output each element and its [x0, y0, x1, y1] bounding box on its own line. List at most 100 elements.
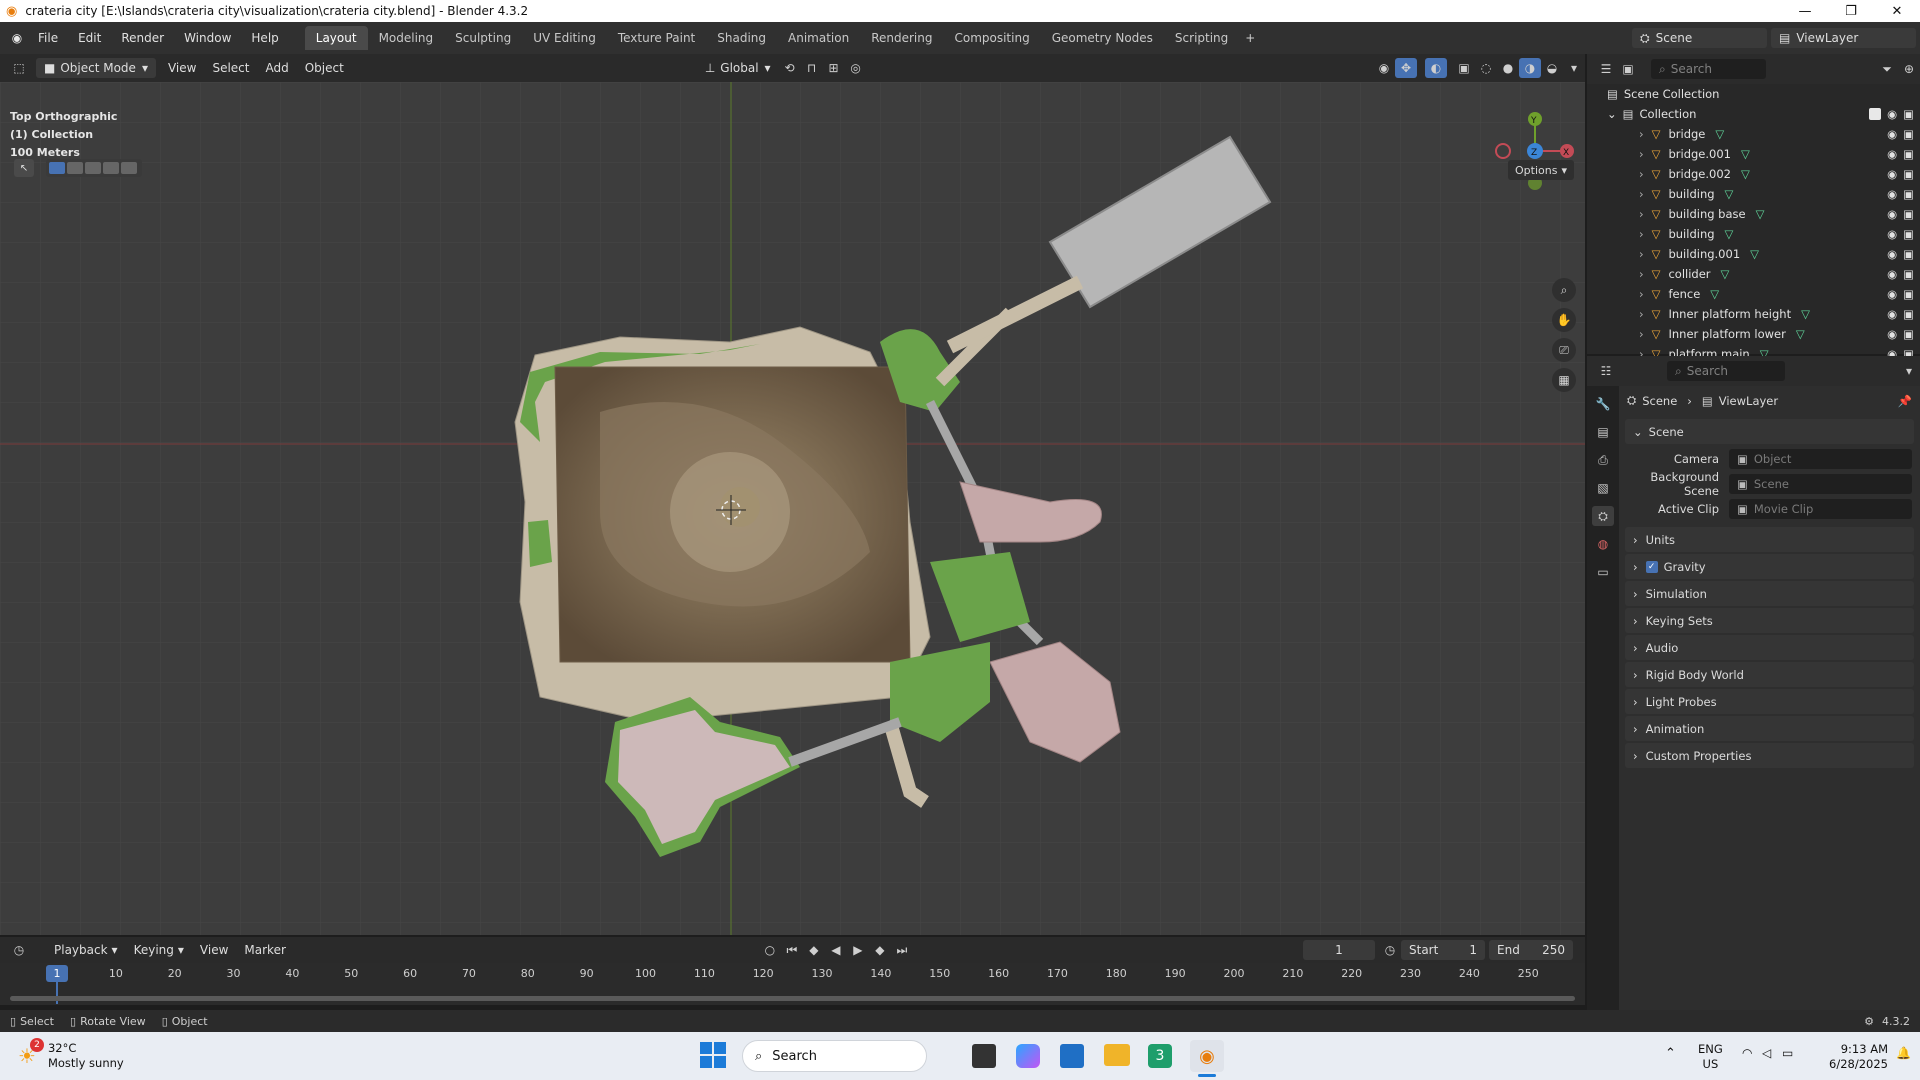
chevron-right-icon[interactable]: › — [1639, 147, 1644, 161]
outliner-item[interactable]: › ▽ collider ▽ ◉ ▣ — [1587, 264, 1920, 284]
menu-add[interactable]: Add — [257, 58, 296, 78]
tab-compositing[interactable]: Compositing — [943, 26, 1040, 50]
chevron-right-icon[interactable]: › — [1639, 187, 1644, 201]
menu-keying[interactable]: Keying ▾ — [126, 940, 192, 960]
jump-keyframe-back-icon[interactable]: ◆ — [803, 940, 825, 960]
snap-target-icon[interactable]: ⊞ — [823, 58, 845, 78]
eye-icon[interactable]: ◉ — [1887, 287, 1897, 301]
tray-chevron-icon[interactable]: ⌃ — [1665, 1046, 1676, 1061]
select-intersect-icon[interactable] — [121, 162, 137, 174]
orientation-selector[interactable]: ⊥ Global ▾ — [697, 58, 779, 78]
eye-icon[interactable]: ◉ — [1887, 187, 1897, 201]
scene-section-header[interactable]: ⌄ Scene — [1625, 419, 1914, 444]
chevron-down-icon[interactable]: ▾ — [1898, 361, 1920, 381]
tab-layout[interactable]: Layout — [304, 26, 368, 50]
chevron-right-icon[interactable]: › — [1639, 227, 1644, 241]
gravity-checkbox[interactable]: ✓ — [1645, 560, 1658, 573]
camera-icon[interactable]: ▣ — [1903, 107, 1914, 121]
maximize-button[interactable]: ❐ — [1828, 0, 1874, 22]
outliner-item[interactable]: › ▽ building ▽ ◉ ▣ — [1587, 224, 1920, 244]
chevron-right-icon[interactable]: › — [1639, 167, 1644, 181]
selection-mode-buttons[interactable] — [46, 159, 142, 177]
outliner-item[interactable]: › ▽ bridge.002 ▽ ◉ ▣ — [1587, 164, 1920, 184]
select-new-icon[interactable] — [49, 162, 65, 174]
collection-tab-icon[interactable]: ▭ — [1592, 562, 1614, 582]
camera-icon[interactable]: ▣ — [1903, 247, 1914, 261]
task-view-icon[interactable] — [972, 1044, 996, 1068]
chevron-right-icon[interactable]: › — [1639, 267, 1644, 281]
end-frame-field[interactable]: End 250 — [1489, 940, 1573, 960]
tool-tab-icon[interactable]: 🔧 — [1592, 394, 1614, 414]
proportional-edit-icon[interactable]: ◎ — [845, 58, 867, 78]
gizmo-toggle-icon[interactable]: ✥ — [1395, 58, 1417, 78]
play-icon[interactable]: ▶ — [847, 940, 869, 960]
chevron-right-icon[interactable]: › — [1639, 307, 1644, 321]
chevron-right-icon[interactable]: › — [1639, 287, 1644, 301]
eye-icon[interactable]: ◉ — [1887, 267, 1897, 281]
menu-select[interactable]: Select — [204, 58, 257, 78]
shading-solid-icon[interactable]: ● — [1497, 58, 1519, 78]
start-button[interactable] — [700, 1042, 726, 1068]
eye-icon[interactable]: ◉ — [1887, 247, 1897, 261]
chevron-right-icon[interactable]: › — [1639, 327, 1644, 341]
visibility-icon[interactable]: ◉ — [1373, 58, 1395, 78]
camera-icon[interactable]: ▣ — [1903, 307, 1914, 321]
options-button[interactable]: Options ▾ — [1508, 160, 1574, 180]
volume-icon[interactable]: ◁ — [1762, 1046, 1771, 1060]
eye-icon[interactable]: ◉ — [1887, 207, 1897, 221]
camera-icon[interactable]: ▣ — [1903, 227, 1914, 241]
menu-object[interactable]: Object — [297, 58, 352, 78]
eye-icon[interactable]: ◉ — [1887, 127, 1897, 141]
camera-icon[interactable]: ▣ — [1903, 267, 1914, 281]
property-field[interactable]: ▣ Object — [1729, 448, 1912, 469]
jump-end-icon[interactable]: ⏭ — [891, 940, 913, 960]
properties-editor-icon[interactable]: ☷ — [1595, 361, 1617, 381]
include-checkbox[interactable] — [1869, 108, 1882, 120]
shading-rendered-icon[interactable]: ◒ — [1541, 58, 1563, 78]
shading-wireframe-icon[interactable]: ◌ — [1475, 58, 1497, 78]
render-tab-icon[interactable]: ▤ — [1592, 422, 1614, 442]
overlay-toggle-icon[interactable]: ◐ — [1425, 58, 1447, 78]
outliner-item[interactable]: › ▽ building base ▽ ◉ ▣ — [1587, 204, 1920, 224]
subpanel-header[interactable]: › Animation — [1625, 716, 1914, 741]
subpanel-header[interactable]: › Light Probes — [1625, 689, 1914, 714]
eye-icon[interactable]: ◉ — [1887, 147, 1897, 161]
close-button[interactable]: ✕ — [1874, 0, 1920, 22]
world-tab-icon[interactable]: ◍ — [1592, 534, 1614, 554]
zoom-icon[interactable]: ⌕ — [1552, 278, 1576, 302]
blender-taskbar-icon[interactable]: ◉ — [1190, 1040, 1224, 1072]
chevron-right-icon[interactable]: › — [1639, 247, 1644, 261]
subpanel-header[interactable]: › Rigid Body World — [1625, 662, 1914, 687]
wifi-icon[interactable]: ◠ — [1742, 1046, 1752, 1060]
subpanel-header[interactable]: › ✓ Gravity — [1625, 554, 1914, 579]
select-extend-icon[interactable] — [67, 162, 83, 174]
select-subtract-icon[interactable] — [85, 162, 101, 174]
pin-icon[interactable]: 📌 — [1898, 394, 1912, 408]
menu-marker[interactable]: Marker — [236, 940, 293, 960]
eye-icon[interactable]: ◉ — [1887, 327, 1897, 341]
jump-start-icon[interactable]: ⏮ — [781, 940, 803, 960]
minimize-button[interactable]: — — [1782, 0, 1828, 22]
camera-icon[interactable]: ▣ — [1903, 167, 1914, 181]
mode-selector[interactable]: ■ Object Mode ▾ — [36, 58, 156, 78]
property-field[interactable]: ▣ Movie Clip — [1729, 498, 1912, 519]
timeline[interactable]: 10 20 30 40 50 60 70 80 90 100 110 120 130 140 150 160 1… — [0, 963, 1585, 1005]
shading-material-icon[interactable]: ◑ — [1519, 58, 1541, 78]
outliner-item[interactable]: › ▽ Inner platform lower ▽ ◉ ▣ — [1587, 324, 1920, 344]
outliner-editor-icon[interactable]: ☰ — [1595, 59, 1617, 79]
blender-menu-icon[interactable]: ◉ — [6, 28, 28, 48]
outliner-item[interactable]: › ▽ building ▽ ◉ ▣ — [1587, 184, 1920, 204]
camera-icon[interactable]: ▣ — [1903, 147, 1914, 161]
menu-edit[interactable]: Edit — [68, 26, 111, 50]
perspective-toggle-icon[interactable]: ▦ — [1552, 368, 1576, 392]
menu-view[interactable]: View — [160, 58, 204, 78]
tab-animation[interactable]: Animation — [777, 26, 860, 50]
tab-modeling[interactable]: Modeling — [368, 26, 445, 50]
menu-file[interactable]: File — [28, 26, 68, 50]
outliner-collection[interactable]: ⌄ ▤ Collection ◉ ▣ — [1587, 104, 1920, 124]
tab-scripting[interactable]: Scripting — [1164, 26, 1239, 50]
eye-icon[interactable]: ◉ — [1887, 307, 1897, 321]
snap-icon[interactable]: ⊓ — [801, 58, 823, 78]
editor-type-icon[interactable]: ⬚ — [8, 58, 30, 78]
outliner-search[interactable]: ⌕ Search — [1651, 59, 1766, 79]
